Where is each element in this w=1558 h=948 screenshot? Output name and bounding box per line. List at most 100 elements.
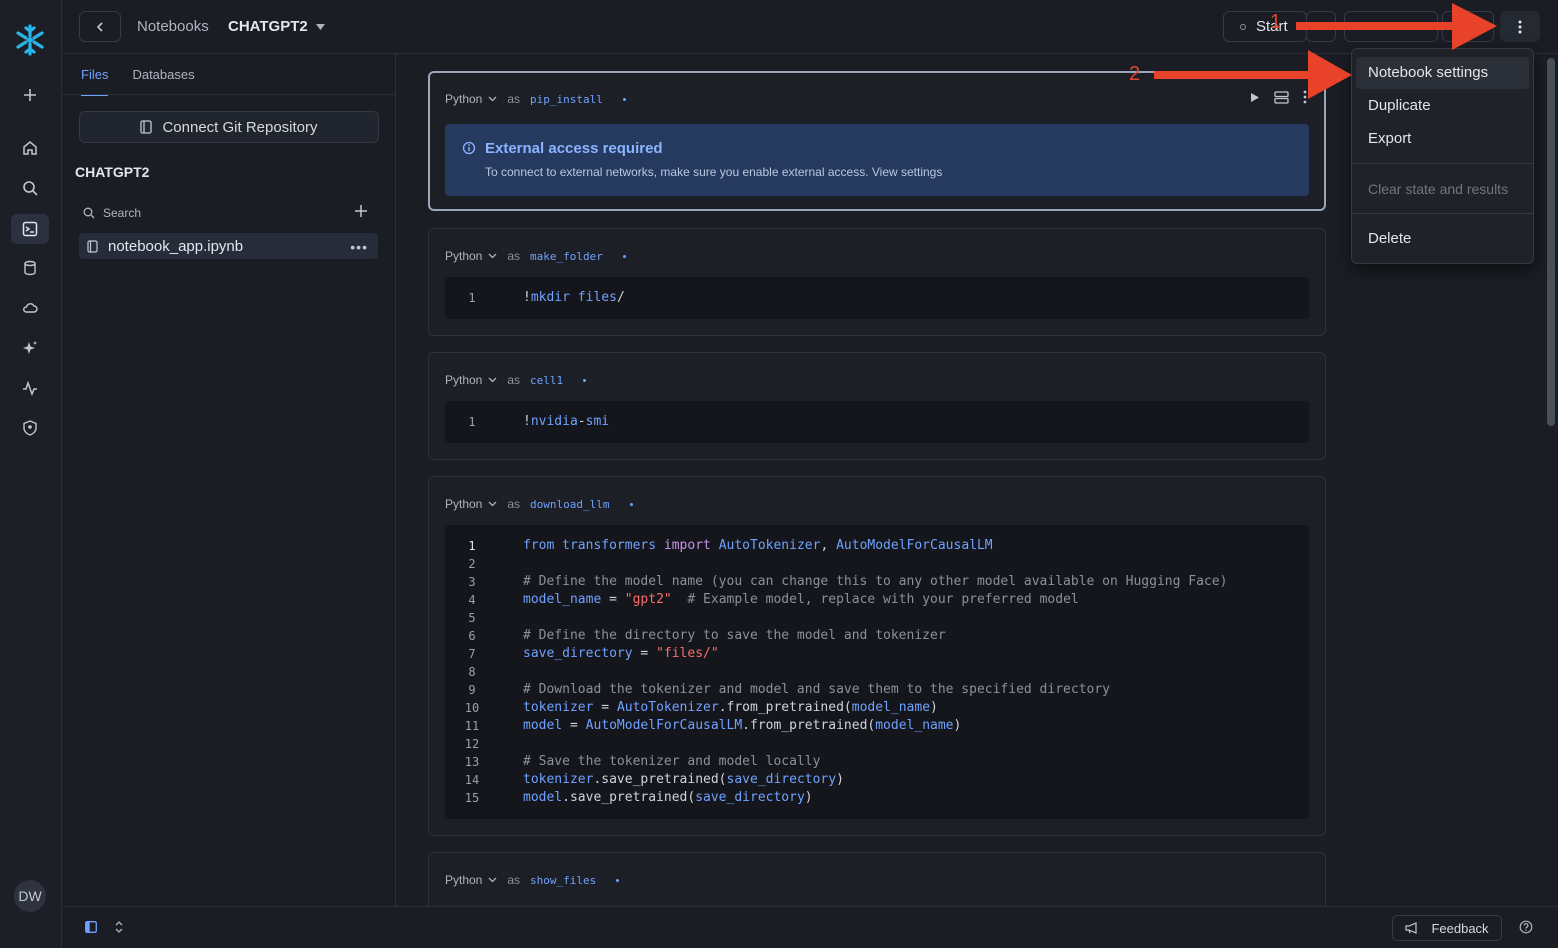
notebook-cell[interactable]: Python as show_files [428,852,1326,906]
toggle-sidebar-icon[interactable] [85,921,97,933]
menu-item-export[interactable]: Export [1356,123,1529,155]
chevron-down-icon[interactable] [488,377,497,383]
line-number: 13 [464,755,480,769]
menu-item-delete[interactable]: Delete [1356,223,1529,255]
cell-as-label: as [507,92,521,106]
cell-name[interactable]: pip_install [530,93,603,106]
project-title: CHATGPT2 [75,164,150,180]
file-more-icon[interactable]: ••• [350,239,368,255]
line-number: 8 [468,665,476,679]
back-button[interactable] [79,11,121,42]
file-search-input[interactable]: Search [83,204,373,222]
cell-header: Python as pip_install [445,92,626,106]
notebook-title-label: CHATGPT2 [228,18,308,35]
line-number: 2 [468,557,476,571]
connect-git-button[interactable]: Connect Git Repository [79,111,379,143]
packages-button[interactable] [1344,11,1438,42]
create-icon[interactable] [11,80,49,110]
chevron-down-icon[interactable] [488,877,497,883]
start-button[interactable]: Start [1223,11,1307,42]
notebook-cell[interactable]: Python as pip_install External access re… [428,71,1326,211]
line-number: 1 [468,539,476,553]
code-editor[interactable]: 1 from transformers import AutoTokenizer,… [445,525,1309,819]
search-icon [83,207,95,219]
run-cell-icon[interactable] [1250,92,1260,103]
code-editor[interactable]: 1 !nvidia-smi [445,401,1309,443]
search-placeholder: Search [103,206,142,220]
cell-as-label: as [507,373,521,387]
chevron-down-icon[interactable] [488,96,497,102]
cell-name[interactable]: download_llm [530,498,609,511]
menu-item-duplicate[interactable]: Duplicate [1356,90,1529,122]
line-number: 7 [468,647,476,661]
tab-databases[interactable]: Databases [132,67,194,96]
line-number: 3 [468,575,476,589]
cell-language[interactable]: Python [445,373,482,387]
add-file-icon[interactable] [353,203,369,219]
chevron-down-icon[interactable] [488,501,497,507]
cell-language[interactable]: Python [445,92,482,106]
notebook-file-icon [87,239,98,253]
breadcrumb-notebooks[interactable]: Notebooks [137,18,209,35]
cell-language[interactable]: Python [445,249,482,263]
info-icon [462,141,476,155]
chevron-left-icon [96,21,103,32]
start-options-button[interactable] [1306,11,1336,42]
notebook-cell[interactable]: Python as make_folder 1 !mkdir files/ [428,228,1326,336]
menu-divider [1352,213,1533,214]
snowflake-logo-icon[interactable] [12,22,48,58]
menu-divider [1352,163,1533,164]
notebook-title[interactable]: CHATGPT2 [228,18,325,35]
data-icon[interactable] [11,253,49,283]
notebook-cell[interactable]: Python as cell1 1 !nvidia-smi [428,352,1326,460]
cell-name[interactable]: make_folder [530,250,603,263]
notice-text[interactable]: To connect to external networks, make su… [485,165,942,179]
search-icon[interactable] [11,173,49,203]
code-line: model = AutoModelForCausalLM.from_pretra… [523,718,962,733]
notebook-more-button[interactable] [1500,11,1540,42]
menu-item-notebook-settings[interactable]: Notebook settings [1356,57,1529,89]
cell-language[interactable]: Python [445,497,482,511]
chevron-down-icon[interactable] [488,253,497,259]
editor-scrollbar[interactable] [1547,58,1555,426]
cell-more-icon[interactable] [1303,90,1307,104]
line-number: 10 [464,701,480,715]
tab-files[interactable]: Files [81,67,109,96]
cell-language[interactable]: Python [445,873,482,887]
cell-as-label: as [507,497,521,511]
help-icon[interactable] [1519,920,1533,934]
feedback-button[interactable]: Feedback [1392,915,1502,941]
cloud-icon[interactable] [11,293,49,323]
cell-header: Python as cell1 [445,373,587,387]
user-avatar[interactable]: DW [14,880,46,912]
admin-shield-icon[interactable] [11,413,49,443]
connect-git-label: Connect Git Repository [162,118,318,136]
ai-sparkle-icon[interactable] [11,333,49,363]
line-number: 5 [468,611,476,625]
cell-header: Python as show_files [445,873,620,887]
cell-name[interactable]: cell1 [530,374,563,387]
line-number: 4 [468,593,476,607]
cell-header: Python as download_llm [445,497,633,511]
code-line: # Define the model name (you can change … [523,574,1228,589]
cell-layout-icon[interactable] [1274,90,1289,104]
toolbar-button[interactable] [1442,11,1494,42]
line-number: 1 [468,415,476,429]
repository-icon [140,120,153,134]
code-editor[interactable]: 1 !mkdir files/ [445,277,1309,319]
status-dot-icon [1240,23,1246,30]
code-line: !nvidia-smi [523,414,610,429]
file-item[interactable]: notebook_app.ipynb ••• [79,233,378,259]
activity-icon[interactable] [11,373,49,403]
projects-icon[interactable] [11,214,49,244]
notebook-cell[interactable]: Python as download_llm 1 from transformer… [428,476,1326,836]
expand-collapse-icon[interactable] [114,920,124,934]
cell-status-dot [622,254,626,258]
file-name: notebook_app.ipynb [108,237,244,255]
line-number: 14 [464,773,480,787]
home-icon[interactable] [11,133,49,163]
cell-name[interactable]: show_files [530,874,596,887]
